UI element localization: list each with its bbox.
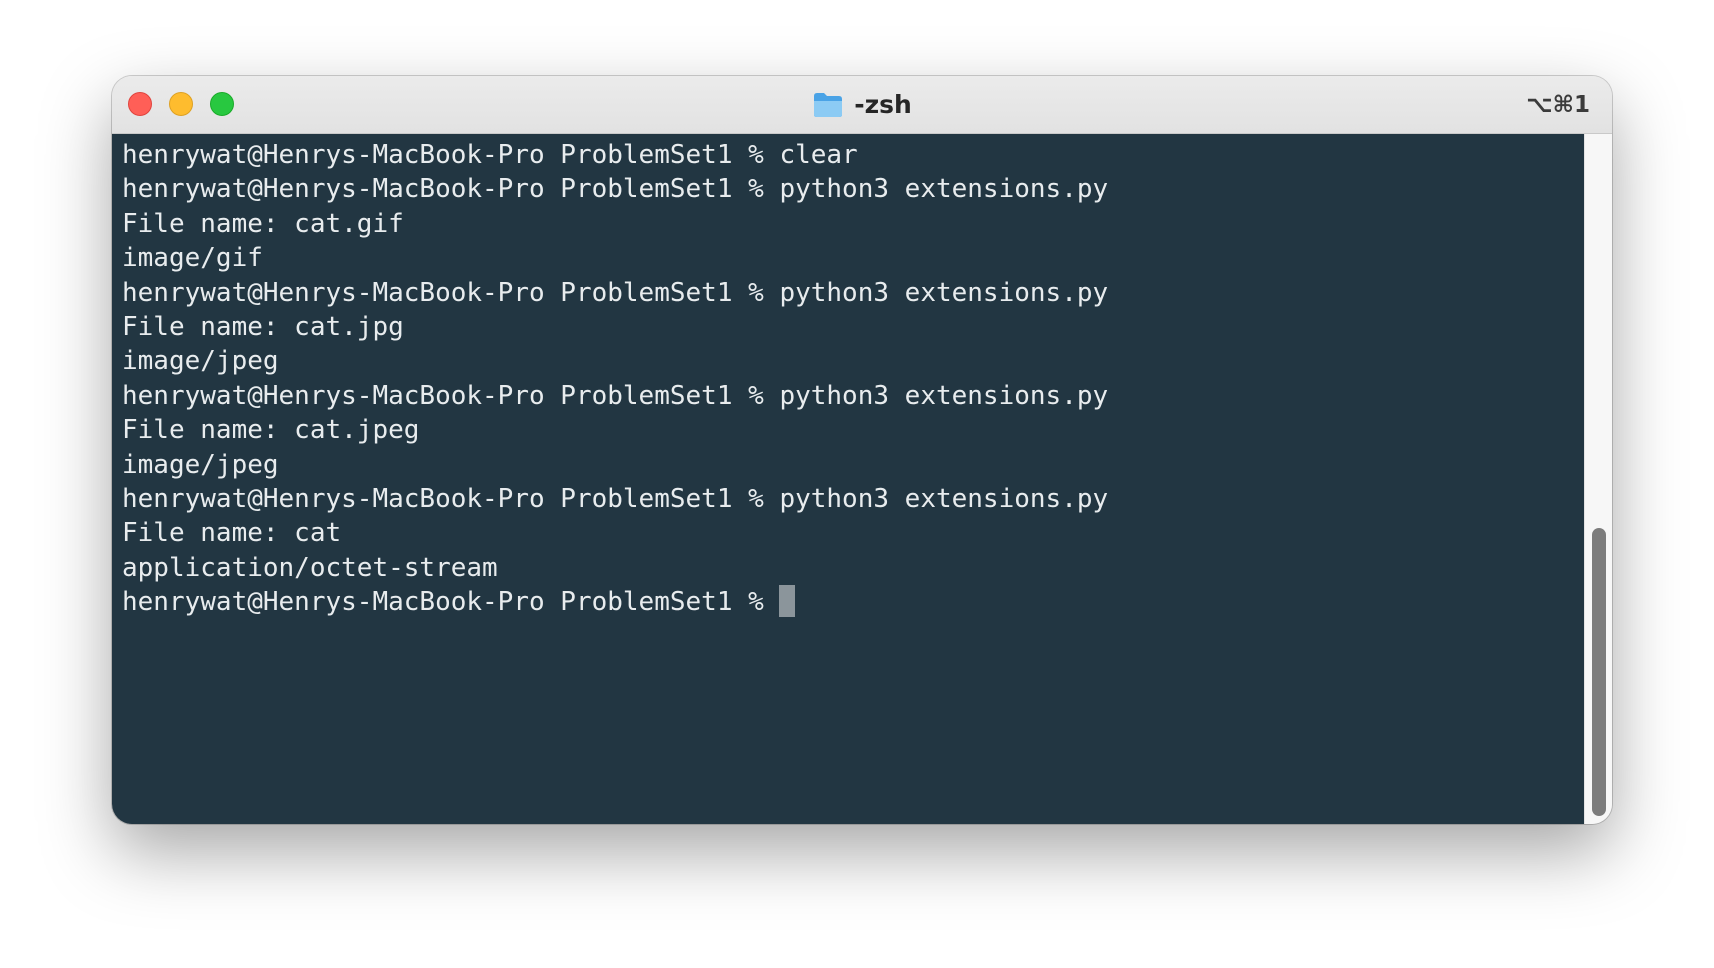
terminal-line: henrywat@Henrys-MacBook-Pro ProblemSet1 … <box>122 277 1109 308</box>
terminal-line: image/jpeg <box>122 449 279 480</box>
window-title: -zsh <box>854 90 912 119</box>
terminal-line: henrywat@Henrys-MacBook-Pro ProblemSet1 … <box>122 483 1109 514</box>
terminal-line: henrywat@Henrys-MacBook-Pro ProblemSet1 … <box>122 174 1109 205</box>
window-title-group: -zsh <box>112 76 1612 133</box>
terminal-window: -zsh ⌥⌘1 henrywat@Henrys-MacBook-Pro Pro… <box>112 76 1612 824</box>
text-cursor <box>779 585 796 618</box>
terminal-line: File name: cat.jpeg <box>122 415 420 446</box>
terminal-line: henrywat@Henrys-MacBook-Pro ProblemSet1 … <box>122 140 858 170</box>
terminal-line: File name: cat.gif <box>122 208 404 239</box>
terminal-line: application/octet-stream <box>122 552 498 583</box>
scrollbar-thumb[interactable] <box>1592 528 1606 816</box>
terminal-line: image/gif <box>122 243 263 274</box>
prompt-text: henrywat@Henrys-MacBook-Pro ProblemSet1 … <box>122 587 780 618</box>
terminal-line: File name: cat <box>122 518 342 549</box>
window-shortcut: ⌥⌘1 <box>1526 91 1590 118</box>
terminal-line: File name: cat.jpg <box>122 311 404 342</box>
terminal-line: henrywat@Henrys-MacBook-Pro ProblemSet1 … <box>122 380 1109 411</box>
title-bar[interactable]: -zsh ⌥⌘1 <box>112 76 1612 134</box>
scrollbar-track[interactable] <box>1584 134 1612 824</box>
folder-icon <box>814 92 843 117</box>
current-prompt-line[interactable]: henrywat@Henrys-MacBook-Pro ProblemSet1 … <box>122 585 1584 619</box>
terminal-content[interactable]: henrywat@Henrys-MacBook-Pro ProblemSet1 … <box>112 134 1584 824</box>
terminal-line: image/jpeg <box>122 346 279 377</box>
